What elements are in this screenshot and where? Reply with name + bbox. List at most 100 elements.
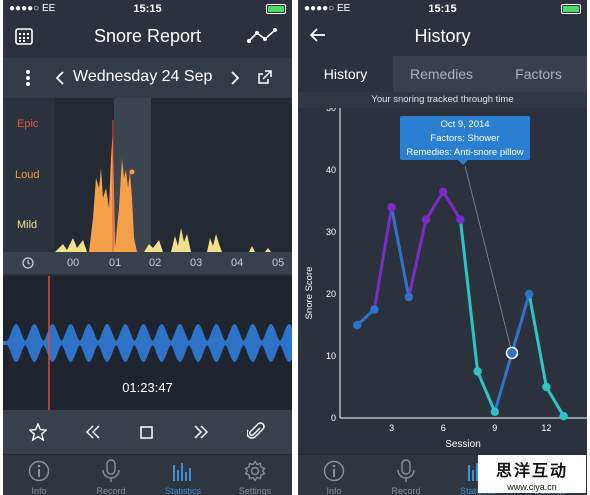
tab-remedies[interactable]: Remedies xyxy=(393,56,490,92)
battery-icon xyxy=(561,4,581,15)
data-point[interactable] xyxy=(404,292,413,302)
more-icon[interactable] xyxy=(25,69,31,87)
snore-level-chart: Epic Loud Mild xyxy=(3,98,292,252)
series-line-segment xyxy=(527,292,548,389)
nav-bar: Snore Report xyxy=(3,18,292,54)
data-point[interactable] xyxy=(370,305,379,314)
paperclip-icon[interactable] xyxy=(247,422,265,442)
tab-label: Statistics xyxy=(164,486,201,495)
tab-label: Settings xyxy=(238,486,272,495)
info-icon xyxy=(323,460,345,482)
data-point[interactable] xyxy=(439,187,448,196)
time-tick: 01 xyxy=(109,257,122,269)
series-line-segment xyxy=(424,190,445,222)
page-title: History xyxy=(414,26,471,46)
y-tick-label: 30 xyxy=(326,227,336,237)
time-tick: 04 xyxy=(231,257,244,269)
tab-history[interactable]: History xyxy=(298,56,393,92)
y-tick-label: 40 xyxy=(326,165,336,175)
watermark: 思洋互动 www.ciya.cn xyxy=(478,455,586,493)
data-point[interactable] xyxy=(525,289,534,299)
tab-label: Record xyxy=(391,486,421,495)
share-icon[interactable] xyxy=(257,69,273,85)
waveform-shape xyxy=(3,324,292,362)
status-time: 15:15 xyxy=(428,3,457,15)
series-line-segment xyxy=(390,205,411,299)
x-tick-label: 12 xyxy=(541,423,551,433)
microphone-icon xyxy=(102,459,120,482)
time-axis: 00 01 02 03 04 05 xyxy=(3,252,292,274)
y-tick-label: 20 xyxy=(326,289,336,299)
date-bar: Wednesday 24 Sep xyxy=(3,58,292,98)
tooltip-remedies: Remedies: Anti-snore pillow xyxy=(406,147,524,158)
y-tick-label: 50 xyxy=(326,108,336,113)
gear-icon xyxy=(244,460,266,482)
series-line-segment xyxy=(510,292,531,355)
snore-level-svg: Epic Loud Mild xyxy=(15,98,292,252)
battery-icon xyxy=(266,4,286,15)
info-icon xyxy=(28,460,50,482)
level-epic-label: Epic xyxy=(17,118,39,130)
chevron-left-icon[interactable] xyxy=(55,71,65,85)
data-point[interactable] xyxy=(387,203,396,212)
watermark-text: 思洋互动 xyxy=(495,463,568,480)
status-bar: ●●●●○ EE 15:15 xyxy=(3,0,292,18)
x-axis-label: Session xyxy=(445,439,481,450)
star-icon[interactable] xyxy=(29,423,47,441)
tab-record[interactable]: Record xyxy=(75,455,147,495)
chart-plot-bg xyxy=(55,98,292,252)
tab-label: Info xyxy=(326,486,342,495)
current-date: Wednesday 24 Sep xyxy=(73,68,213,85)
data-point[interactable] xyxy=(542,382,551,392)
series-line-segment xyxy=(493,351,514,414)
playback-controls xyxy=(3,410,292,454)
chart-subtitle: Your snoring tracked through time xyxy=(298,92,587,108)
playback-timer: 01:23:47 xyxy=(122,380,173,395)
series-line-segment xyxy=(441,190,462,222)
trend-icon[interactable] xyxy=(247,27,277,45)
watermark-url: www.ciya.cn xyxy=(507,482,557,492)
data-point[interactable] xyxy=(490,407,499,416)
data-point[interactable] xyxy=(559,411,568,421)
data-point[interactable] xyxy=(456,215,465,224)
data-point[interactable] xyxy=(353,320,362,330)
audio-waveform[interactable]: 01:23:47 xyxy=(3,276,292,410)
series-line-segment xyxy=(458,218,480,373)
level-mild-label: Mild xyxy=(17,219,37,231)
data-point-tooltip: Oct 9, 2014 Factors: Shower Remedies: An… xyxy=(400,116,530,165)
snore-report-screen: ●●●●○ EE 15:15 Snore Report Wednesday 24… xyxy=(3,0,292,495)
series-line-segment xyxy=(476,370,497,414)
stop-icon[interactable] xyxy=(140,426,153,439)
tab-label: Record xyxy=(96,486,126,495)
fast-forward-icon[interactable] xyxy=(193,425,209,439)
y-tick-label: 0 xyxy=(331,413,336,423)
tab-info[interactable]: Info xyxy=(298,455,370,495)
rewind-icon[interactable] xyxy=(85,425,101,439)
data-point[interactable] xyxy=(473,367,482,376)
tab-label: Info xyxy=(31,486,47,495)
x-tick-label: 9 xyxy=(492,423,497,433)
chevron-right-icon[interactable] xyxy=(230,71,240,85)
tab-record[interactable]: Record xyxy=(370,455,442,495)
history-screen: ●●●●○ EE 15:15 History History Remedies … xyxy=(298,0,587,495)
y-axis-label: Snore Score xyxy=(304,267,315,320)
tooltip-date: Oct 9, 2014 xyxy=(440,119,490,130)
tab-info[interactable]: Info xyxy=(3,455,75,495)
tab-factors[interactable]: Factors xyxy=(490,56,587,92)
selected-data-point[interactable] xyxy=(505,346,519,360)
clock-icon xyxy=(22,257,34,269)
nav-bar: History xyxy=(298,18,587,54)
tab-settings[interactable]: Settings xyxy=(219,455,291,495)
x-tick-label: 6 xyxy=(441,423,446,433)
series-line-segment xyxy=(372,205,394,311)
level-loud-label: Loud xyxy=(15,169,39,181)
segmented-tabs: History Remedies Factors xyxy=(298,56,587,92)
time-tick: 00 xyxy=(67,257,80,269)
status-time: 15:15 xyxy=(133,3,162,15)
time-tick: 05 xyxy=(272,257,285,269)
tab-bar: Info Record Statistics Settings xyxy=(3,454,292,495)
tab-statistics[interactable]: Statistics xyxy=(147,455,219,495)
peak-marker-dot xyxy=(129,169,135,175)
data-point[interactable] xyxy=(421,215,431,224)
microphone-icon xyxy=(397,459,415,482)
